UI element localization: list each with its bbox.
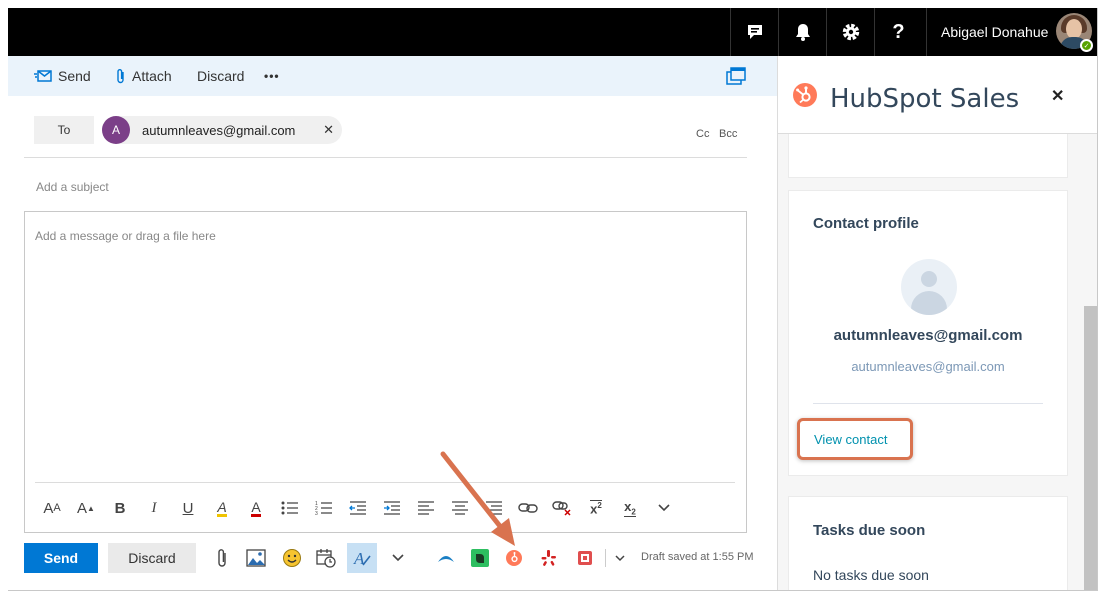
discard-button[interactable]: Discard [108,543,196,573]
italic-icon[interactable]: I [137,493,171,523]
numbering-icon[interactable]: 123 [307,493,341,523]
recipient-avatar: A [102,116,130,144]
compose-command-bar: Send Attach Discard ••• [8,56,777,96]
top-bar: ? Abigael Donahue ✓ [8,8,1097,56]
emoji-icon[interactable] [278,545,306,571]
tasks-card: Tasks due soon No tasks due soon [788,496,1068,590]
close-icon[interactable]: ✕ [1051,86,1064,106]
grow-font-icon[interactable]: A ▲ [69,493,103,523]
font-size-icon[interactable]: AA [35,493,69,523]
bell-icon[interactable] [778,8,826,56]
outlook-window: ? Abigael Donahue ✓ Send Attach Discard … [8,8,1098,591]
contact-profile-card: Contact profile autumnleaves@gmail.com a… [788,190,1068,476]
remove-link-icon[interactable] [545,493,579,523]
separator [605,549,606,567]
card-title: Tasks due soon [813,522,926,539]
discard-command[interactable]: Discard [197,56,244,96]
more-options-icon[interactable]: ••• [264,56,280,96]
send-button[interactable]: Send [24,543,98,573]
contact-email: autumnleaves@gmail.com [851,359,1005,374]
recipient-chip[interactable]: A autumnleaves@gmail.com ✕ [102,116,342,144]
subject-input[interactable]: Add a subject [36,180,109,194]
addin-icon[interactable] [571,545,599,571]
increase-indent-icon[interactable] [375,493,409,523]
panel-title: HubSpot Sales [830,84,1020,114]
hubspot-logo-icon [793,83,817,107]
format-toolbar: AA A ▲ B I U A A 123 x2 x2 [35,493,681,523]
paperclip-icon [117,69,124,84]
draft-status: Draft saved at 1:55 PM [641,551,754,563]
discard-label: Discard [197,68,245,84]
to-button[interactable]: To [34,116,94,144]
popout-icon[interactable] [726,56,752,96]
chevron-down-icon[interactable] [384,545,412,571]
presence-available-icon: ✓ [1080,39,1093,52]
remove-recipient-icon[interactable]: ✕ [323,122,334,138]
subscript-icon[interactable]: x2 [613,493,647,523]
hubspot-sales-panel: HubSpot Sales ✕ Contact profile autumnle… [777,56,1097,590]
bullets-icon[interactable] [273,493,307,523]
format-text-icon[interactable]: A [347,543,377,573]
annotation-arrow [440,451,515,546]
panel-header: HubSpot Sales ✕ [778,56,1097,134]
more-format-icon[interactable] [647,493,681,523]
card-title: Contact profile [813,215,919,232]
scrollbar[interactable] [1084,306,1097,590]
attach-label: Attach [132,68,172,84]
bcc-link[interactable]: Bcc [719,128,737,140]
panel-card [788,134,1068,178]
yelp-addin-icon[interactable] [535,545,563,571]
attach-command[interactable]: Attach [116,56,172,96]
send-label: Send [58,68,91,84]
insert-picture-icon[interactable] [242,545,270,571]
chevron-down-icon[interactable] [608,545,632,571]
gear-icon[interactable] [826,8,874,56]
contact-avatar [901,259,957,315]
decrease-indent-icon[interactable] [341,493,375,523]
message-placeholder: Add a message or drag a file here [35,229,216,243]
divider [35,482,735,483]
recipient-email: autumnleaves@gmail.com [142,122,296,138]
svg-text:3: 3 [315,511,318,516]
divider [24,157,747,158]
cc-link[interactable]: Cc [696,128,709,140]
help-icon[interactable]: ? [874,8,922,56]
send-command[interactable]: Send [34,56,91,96]
contact-name: autumnleaves@gmail.com [833,327,1023,344]
view-contact-link[interactable]: View contact [797,418,913,460]
divider [813,403,1043,404]
underline-icon[interactable]: U [171,493,205,523]
highlight-icon[interactable]: A [205,493,239,523]
message-body[interactable]: Add a message or drag a file here AA A ▲ … [24,211,747,533]
feedback-icon[interactable] [730,8,778,56]
schedule-meeting-icon[interactable] [312,545,340,571]
send-mail-icon [34,70,52,82]
font-color-icon[interactable]: A [239,493,273,523]
superscript-icon[interactable]: x2 [579,493,613,523]
attach-icon[interactable] [208,545,236,571]
tasks-empty-text: No tasks due soon [813,567,929,583]
bold-icon[interactable]: B [103,493,137,523]
